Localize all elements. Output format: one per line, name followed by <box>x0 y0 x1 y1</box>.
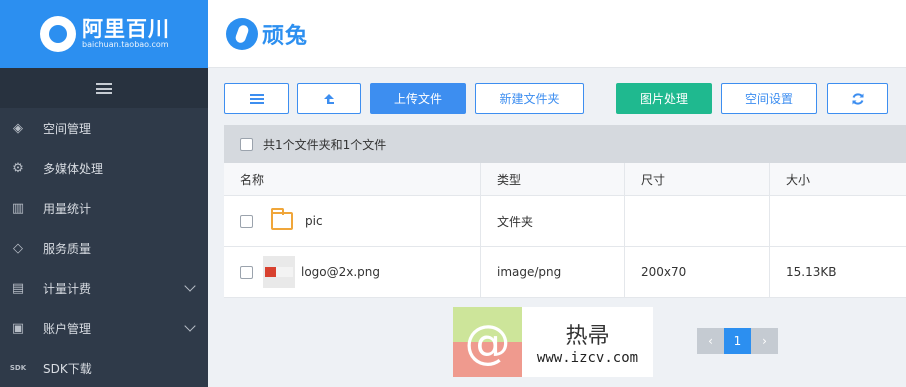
row-checkbox[interactable] <box>240 214 253 228</box>
file-dimensions: 200x70 <box>625 247 770 297</box>
table-row[interactable]: logo@2x.png image/png 200x70 15.13KB <box>224 247 906 298</box>
new-folder-button[interactable]: 新建文件夹 <box>475 83 584 114</box>
top-header: 顽兔 <box>208 0 906 68</box>
brand-logo[interactable]: 阿里百川 baichuan.taobao.com <box>0 0 208 68</box>
select-all-bar: 共1个文件夹和1个文件 <box>224 125 906 163</box>
sidebar-item[interactable]: SDK SDK下载 <box>0 348 208 387</box>
upload-file-button[interactable]: 上传文件 <box>370 83 466 114</box>
image-processing-button[interactable]: 图片处理 <box>616 83 712 114</box>
watermark-title: 热帚 <box>565 324 610 349</box>
storage-icon: ◈ <box>13 120 23 136</box>
sidebar-item-label: 服务质量 <box>43 241 92 256</box>
file-type: 文件夹 <box>481 196 625 246</box>
file-size <box>770 196 906 246</box>
billing-icon: ▤ <box>11 280 25 296</box>
bar-chart-icon: ▥ <box>11 200 25 216</box>
row-checkbox[interactable] <box>240 265 253 279</box>
file-size: 15.13KB <box>786 265 837 279</box>
list-icon <box>249 93 264 104</box>
pagination: ‹ 1 › <box>697 328 778 354</box>
next-page-button[interactable]: › <box>751 328 778 354</box>
sidebar-item[interactable]: ▣ 账户管理 <box>0 308 208 348</box>
product-logo-text: 顽兔 <box>262 23 309 49</box>
select-all-checkbox[interactable] <box>240 137 253 151</box>
go-up-button[interactable] <box>297 83 361 114</box>
sidebar-item-label: 多媒体处理 <box>43 161 104 176</box>
watermark-url: www.izcv.com <box>536 350 639 366</box>
column-header[interactable]: 名称 <box>224 163 481 195</box>
list-view-button[interactable] <box>224 83 289 114</box>
file-name[interactable]: pic <box>305 214 323 228</box>
space-settings-button[interactable]: 空间设置 <box>721 83 817 114</box>
folder-icon <box>271 208 293 230</box>
sidebar-item[interactable]: ◇ 服务质量 <box>0 228 208 268</box>
file-type: image/png <box>481 247 625 297</box>
column-header[interactable]: 尺寸 <box>625 163 770 195</box>
image-thumbnail[interactable] <box>263 256 295 288</box>
collapse-sidebar-button[interactable] <box>0 68 208 108</box>
chevron-down-icon <box>184 320 196 332</box>
file-dimensions <box>625 196 770 246</box>
watermark-symbol: @ <box>464 315 511 369</box>
sidebar-item[interactable]: ▥ 用量统计 <box>0 188 208 228</box>
rabbit-logo-icon <box>226 17 258 50</box>
sidebar-item[interactable]: ⚙ 多媒体处理 <box>0 148 208 188</box>
column-header[interactable]: 大小 <box>770 163 906 195</box>
refresh-button[interactable] <box>827 83 888 114</box>
sidebar-item-label: SDK下载 <box>43 361 92 376</box>
column-header[interactable]: 类型 <box>481 163 625 195</box>
page-number[interactable]: 1 <box>724 328 751 354</box>
diamond-icon: ◇ <box>13 240 23 256</box>
refresh-icon <box>852 92 863 105</box>
sdk-icon: SDK <box>9 364 27 372</box>
sidebar-item-label: 空间管理 <box>43 121 92 136</box>
table-header: 名称 类型 尺寸 大小 <box>224 163 906 196</box>
watermark: @ 热帚 www.izcv.com <box>453 307 653 377</box>
brand-sub: baichuan.taobao.com <box>82 40 169 49</box>
sidebar-item-label: 计量计费 <box>43 281 92 296</box>
file-name[interactable]: logo@2x.png <box>301 265 380 279</box>
file-summary: 共1个文件夹和1个文件 <box>263 137 387 152</box>
sidebar-item[interactable]: ▤ 计量计费 <box>0 268 208 308</box>
arrow-up-icon <box>324 93 334 104</box>
sidebar-item-label: 用量统计 <box>43 201 92 216</box>
chevron-down-icon <box>184 280 196 292</box>
menu-icon <box>96 82 112 94</box>
brand-mark-icon <box>40 16 76 52</box>
media-processing-icon: ⚙ <box>12 160 24 176</box>
account-icon: ▣ <box>11 320 25 336</box>
brand-name: 阿里百川 <box>82 17 170 41</box>
sidebar-item-label: 账户管理 <box>43 321 92 336</box>
sidebar: 阿里百川 baichuan.taobao.com ◈ 空间管理 ⚙ 多媒体处理 ▥ 用量统… <box>0 0 208 387</box>
sidebar-item[interactable]: ◈ 空间管理 <box>0 108 208 148</box>
file-list-panel: 共1个文件夹和1个文件 名称 类型 尺寸 大小 pic 文件夹 logo@2x.… <box>224 125 906 298</box>
prev-page-button[interactable]: ‹ <box>697 328 724 354</box>
table-row[interactable]: pic 文件夹 <box>224 196 906 247</box>
